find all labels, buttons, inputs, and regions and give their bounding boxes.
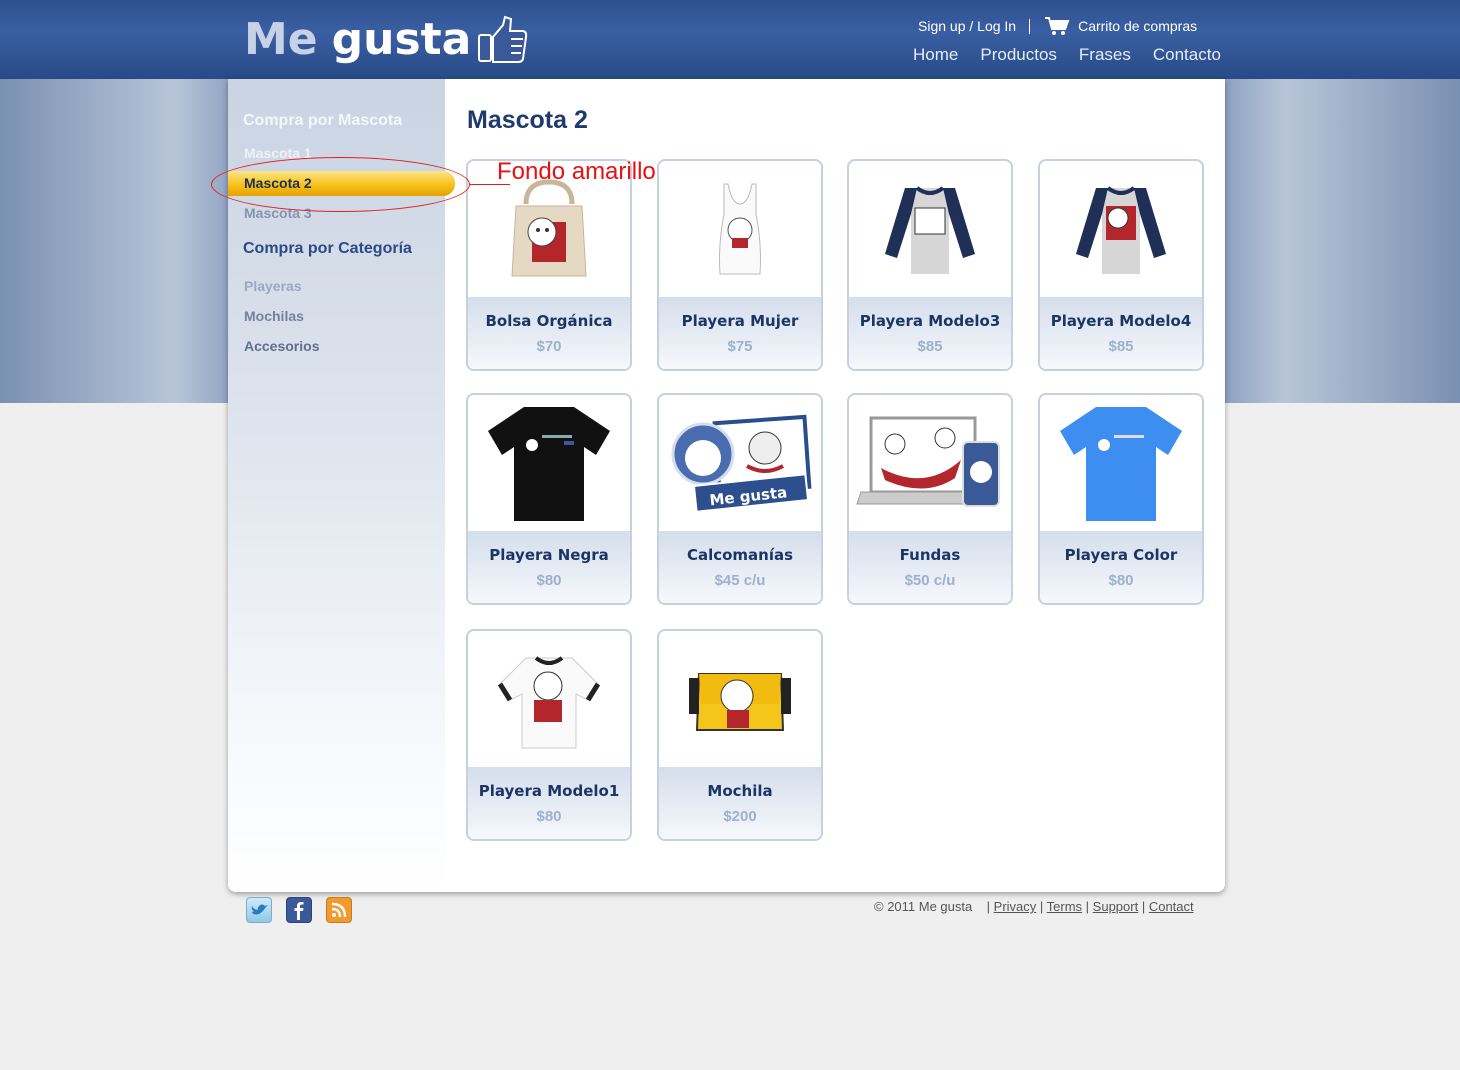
product-info: Playera Color $80	[1040, 531, 1202, 603]
footer-links: © 2011 Me gusta | Privacy | Terms | Supp…	[874, 899, 1194, 914]
product-image	[468, 631, 630, 767]
black-tshirt-icon	[488, 407, 610, 521]
terms-link[interactable]: Terms	[1047, 899, 1082, 914]
product-info: Playera Modelo3 $85	[849, 297, 1011, 369]
site-logo[interactable]: Me gusta	[244, 14, 529, 65]
product-info: Mochila $200	[659, 767, 821, 839]
main-nav: Home Productos Frases Contacto	[913, 45, 1243, 65]
raglan-shirt-icon	[885, 186, 975, 274]
product-card[interactable]: Mochila $200	[657, 629, 823, 841]
nav-productos[interactable]: Productos	[980, 45, 1057, 65]
product-image	[849, 395, 1011, 531]
product-price: $85	[917, 338, 943, 355]
page-title: Mascota 2	[467, 106, 588, 134]
cart-link[interactable]: Carrito de compras	[1078, 18, 1197, 34]
stickers-icon: Me gusta	[671, 414, 812, 513]
sidebar-item-accesorios[interactable]: Accesorios	[244, 338, 319, 354]
product-image	[849, 161, 1011, 297]
product-name: Bolsa Orgánica	[485, 312, 613, 330]
privacy-link[interactable]: Privacy	[994, 899, 1037, 914]
product-price: $200	[723, 808, 757, 825]
logo-gusta-text: gusta	[331, 14, 472, 65]
product-price: $50 c/u	[904, 572, 956, 589]
contact-link[interactable]: Contact	[1149, 899, 1194, 914]
product-card[interactable]: Me gusta Calcomanías $45 c/u	[657, 393, 823, 605]
product-info: Calcomanías $45 c/u	[659, 531, 821, 603]
product-image	[659, 161, 821, 297]
product-price: $85	[1108, 338, 1134, 355]
twitter-icon[interactable]	[246, 897, 272, 923]
product-card[interactable]: Playera Color $80	[1038, 393, 1204, 605]
product-image	[468, 395, 630, 531]
product-price: $70	[536, 338, 562, 355]
sidebar-heading-categoria: Compra por Categoría	[243, 240, 412, 257]
product-card[interactable]: Playera Mujer $75	[657, 159, 823, 371]
nav-contacto[interactable]: Contacto	[1153, 45, 1221, 65]
product-name: Playera Color	[1064, 546, 1178, 564]
product-image	[1040, 395, 1202, 531]
product-info: Playera Mujer $75	[659, 297, 821, 369]
product-price: $80	[536, 808, 562, 825]
product-image	[1040, 161, 1202, 297]
site-header: Me gusta Sign up / Log In Carrito de com…	[0, 0, 1460, 79]
rss-icon[interactable]	[326, 897, 352, 923]
product-name: Playera Modelo4	[1050, 312, 1192, 330]
blue-tshirt-icon	[1060, 407, 1182, 521]
product-info: Playera Modelo1 $80	[468, 767, 630, 839]
product-card[interactable]: Playera Modelo3 $85	[847, 159, 1013, 371]
product-price: $80	[1108, 572, 1134, 589]
product-name: Playera Negra	[489, 546, 609, 564]
product-name: Calcomanías	[686, 546, 794, 564]
product-card[interactable]: Playera Modelo4 $85	[1038, 159, 1204, 371]
divider	[1029, 18, 1031, 34]
copyright: © 2011 Me gusta	[874, 899, 973, 914]
logo-me-text: Me	[244, 14, 318, 65]
cart-icon[interactable]	[1044, 16, 1070, 36]
tote-bag-icon	[511, 179, 587, 277]
nav-frases[interactable]: Frases	[1079, 45, 1131, 65]
product-name: Fundas	[899, 546, 961, 564]
sidebar-item-playeras[interactable]: Playeras	[244, 278, 302, 294]
product-info: Fundas $50 c/u	[849, 531, 1011, 603]
product-name: Playera Mujer	[681, 312, 799, 330]
signup-login-link[interactable]: Sign up / Log In	[918, 18, 1016, 34]
product-price: $75	[727, 338, 753, 355]
facebook-icon[interactable]	[286, 897, 312, 923]
product-image	[659, 631, 821, 767]
product-name: Mochila	[707, 782, 773, 800]
product-card[interactable]: Playera Negra $80	[466, 393, 632, 605]
ringer-tshirt-icon	[497, 656, 601, 749]
annotation-text: Fondo amarillo	[497, 158, 656, 185]
product-card[interactable]: Bolsa Orgánica $70	[466, 159, 632, 371]
support-link[interactable]: Support	[1093, 899, 1139, 914]
nav-home[interactable]: Home	[913, 45, 958, 65]
product-price: $80	[536, 572, 562, 589]
product-info: Playera Modelo4 $85	[1040, 297, 1202, 369]
product-info: Bolsa Orgánica $70	[468, 297, 630, 369]
product-name: Playera Modelo3	[859, 312, 1001, 330]
messenger-bag-icon	[689, 673, 791, 731]
product-card[interactable]: Fundas $50 c/u	[847, 393, 1013, 605]
raglan-shirt-icon	[1076, 186, 1166, 274]
product-price: $45 c/u	[714, 572, 766, 589]
product-card[interactable]: Playera Modelo1 $80	[466, 629, 632, 841]
product-image: Me gusta	[659, 395, 821, 531]
sidebar-item-mochilas[interactable]: Mochilas	[244, 308, 304, 324]
product-info: Playera Negra $80	[468, 531, 630, 603]
top-links: Sign up / Log In Carrito de compras	[918, 16, 1197, 36]
tank-top-icon	[719, 183, 761, 275]
product-name: Playera Modelo1	[478, 782, 620, 800]
thumbs-up-icon	[478, 15, 528, 63]
laptop-case-icon	[856, 416, 1000, 507]
annotation-ellipse	[211, 157, 470, 212]
sidebar-heading-mascota: Compra por Mascota	[243, 112, 403, 129]
